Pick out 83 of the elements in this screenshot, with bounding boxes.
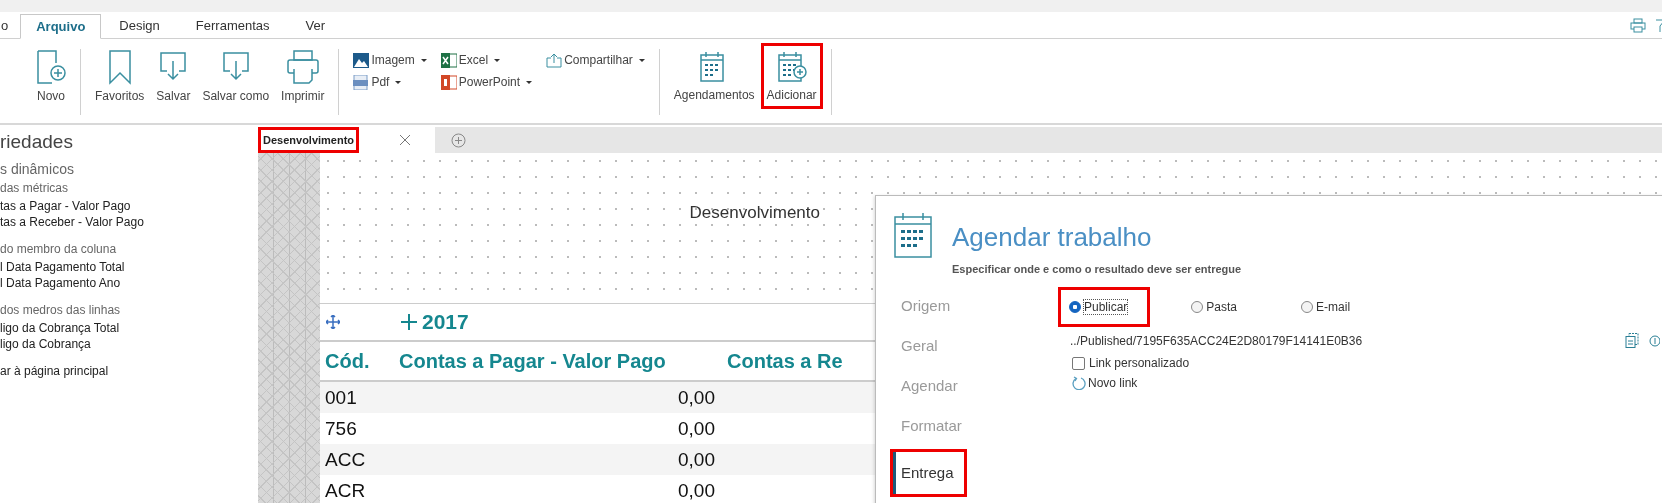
- radio-button[interactable]: [1191, 301, 1204, 313]
- group-heading: dos medros das linhas: [0, 303, 122, 317]
- table-cell-text: 0,00: [677, 386, 715, 409]
- published-path: ../Published/7195F635ACC24E2D80179F14141E0B36: [1070, 333, 1364, 348]
- radio-option[interactable]: Pasta: [1180, 287, 1261, 327]
- property-item[interactable]: ligo da Cobrança: [0, 336, 258, 352]
- ribbon-tab[interactable]: Ver: [287, 13, 344, 38]
- export-menu-button[interactable]: Compartilhar: [546, 49, 645, 71]
- spreadsheet-icon: [440, 52, 457, 68]
- ribbon-tab[interactable]: Ferramentas: [177, 13, 288, 38]
- bookmark-icon: [107, 49, 132, 85]
- printer-icon: [285, 49, 320, 85]
- add-tab-icon[interactable]: [451, 132, 466, 148]
- ribbon-button[interactable]: Novo: [30, 43, 72, 109]
- property-item[interactable]: l Data Pagamento Total: [0, 259, 258, 275]
- table-cell-text: 0,00: [677, 479, 715, 502]
- panel-title: riedades: [0, 131, 74, 153]
- dialog-title: Agendar trabalho: [952, 222, 1153, 253]
- tab-label: Desenvolvimento: [258, 127, 360, 153]
- calendar-add-icon: [776, 50, 807, 84]
- table-cell-text: 0,00: [677, 448, 715, 471]
- export-menu-button[interactable]: Excel: [440, 49, 533, 71]
- table-cell-text: 001: [324, 386, 358, 409]
- group-heading: do membro da coluna: [0, 242, 118, 256]
- radio-button[interactable]: [1301, 301, 1314, 313]
- presentation-icon: [440, 74, 457, 90]
- checkbox-label[interactable]: Link personalizado: [1089, 356, 1190, 370]
- ribbon-tab[interactable]: Arquivo: [20, 14, 102, 39]
- info-icon[interactable]: [1649, 334, 1660, 347]
- radio-option[interactable]: E-mail: [1290, 287, 1374, 327]
- expand-icon[interactable]: [400, 313, 418, 331]
- home-link[interactable]: ar à página principal: [0, 364, 258, 378]
- ribbon-tab[interactable]: o: [0, 13, 21, 38]
- document-tab[interactable]: Desenvolvimento: [258, 127, 435, 153]
- printer-icon[interactable]: [1630, 18, 1646, 33]
- caret-icon: [638, 58, 645, 62]
- caret-icon: [395, 80, 402, 84]
- report-title: Desenvolvimento: [688, 203, 820, 224]
- column-header: Contas a Re: [726, 349, 843, 373]
- property-item[interactable]: tas a Receber - Valor Pago: [0, 214, 258, 230]
- dialog-subtitle: Especificar onde e como o resultado deve ser entregue: [952, 263, 1242, 275]
- column-group-header: 2017: [422, 310, 469, 334]
- table-cell-text: ACR: [324, 479, 367, 502]
- export-menu-button[interactable]: Pdf: [353, 71, 427, 93]
- table-cell-text: 756: [324, 417, 358, 440]
- radio-label[interactable]: Publicar: [1084, 300, 1128, 314]
- table-cell-text: 0,00: [677, 417, 715, 440]
- column-header: Contas a Pagar - Valor Pago: [398, 349, 667, 373]
- close-icon[interactable]: [400, 135, 410, 145]
- ribbon-button[interactable]: Salvar como: [196, 43, 276, 109]
- calendar-icon: [894, 212, 932, 258]
- property-item[interactable]: tas a Pagar - Valor Pago: [0, 198, 258, 214]
- dialog-nav-item[interactable]: Entrega: [890, 449, 967, 497]
- refresh-icon: [1072, 376, 1086, 390]
- ribbon-button[interactable]: Agendamentos: [667, 43, 761, 109]
- group-heading: das métricas: [0, 181, 70, 195]
- new-link-button[interactable]: Novo link: [1072, 376, 1138, 390]
- table-cell-text: ACC: [324, 448, 367, 471]
- ribbon-button[interactable]: Imprimir: [275, 43, 331, 109]
- radio-label[interactable]: E-mail: [1316, 300, 1351, 314]
- export-menu-button[interactable]: Imagem: [353, 49, 427, 71]
- ribbon-button[interactable]: Adicionar: [760, 43, 823, 109]
- column-header: Cód.: [324, 349, 371, 373]
- ribbon-button[interactable]: Salvar: [150, 43, 197, 109]
- radio-option[interactable]: Publicar: [1058, 287, 1151, 327]
- checkbox[interactable]: [1072, 356, 1085, 370]
- share-icon: [546, 52, 563, 68]
- radio-button[interactable]: [1069, 301, 1081, 313]
- image-icon: [353, 52, 370, 68]
- radio-label[interactable]: Pasta: [1206, 300, 1238, 314]
- caret-icon: [494, 58, 501, 62]
- export-menu-button[interactable]: PowerPoint: [440, 71, 533, 93]
- new-document-icon: [36, 49, 66, 85]
- section-heading: s dinâmicos: [0, 161, 75, 177]
- ribbon-tab[interactable]: Design: [101, 13, 178, 38]
- property-item[interactable]: l Data Pagamento Ano: [0, 275, 258, 291]
- ribbon-button[interactable]: Favoritos: [89, 43, 151, 109]
- property-item[interactable]: ligo da Cobrança Total: [0, 320, 258, 336]
- caret-icon: [526, 80, 533, 84]
- move-icon[interactable]: [326, 315, 340, 329]
- copy-icon[interactable]: [1625, 333, 1639, 348]
- caret-icon: [420, 58, 427, 62]
- document-icon: [353, 74, 370, 90]
